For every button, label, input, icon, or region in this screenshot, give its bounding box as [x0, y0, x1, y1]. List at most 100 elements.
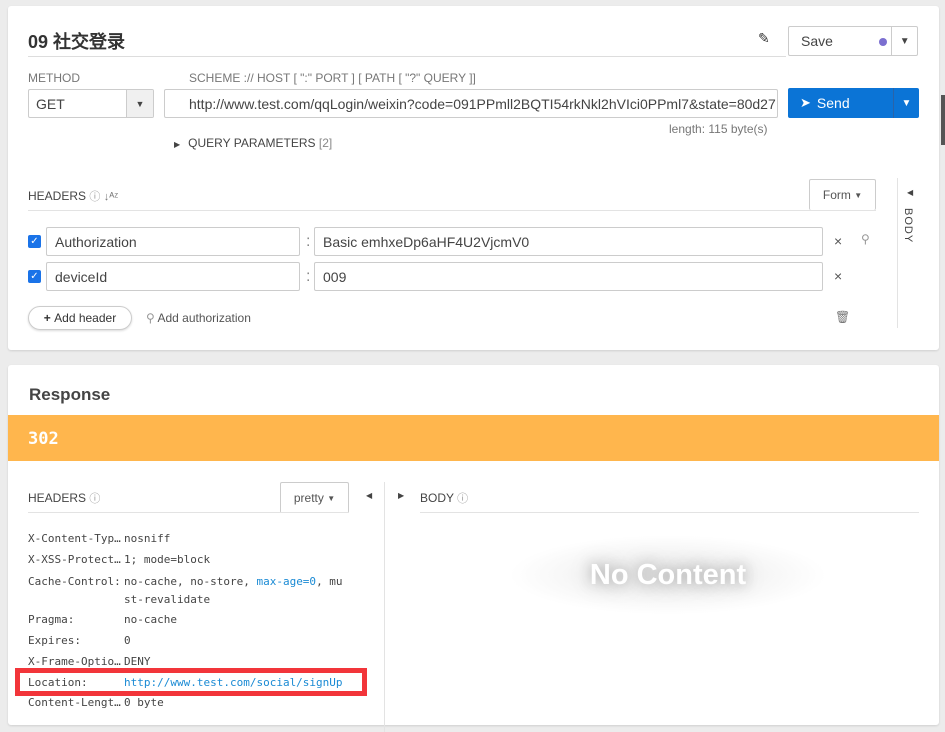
header-value: no-cache, no-store, max-age=0, mu st-reva…: [124, 573, 364, 609]
value-text: no-cache, no-store,: [124, 575, 257, 588]
help-icon[interactable]: ⓘ: [457, 493, 468, 505]
caret-down-icon: ▼: [854, 190, 863, 200]
status-bar: 302: [8, 415, 939, 461]
body-collapsed-tab[interactable]: ◀ BODY: [897, 178, 937, 328]
request-title[interactable]: 09 社交登录: [28, 28, 125, 54]
caret-right-icon: ▶: [174, 140, 181, 149]
header-enabled-checkbox[interactable]: ✓: [28, 270, 41, 283]
body-label: BODY: [902, 208, 914, 244]
location-link[interactable]: http://www.test.com/social/signUp: [124, 676, 364, 689]
key-icon: ⚲: [146, 311, 155, 325]
sort-az-icon[interactable]: ↓ᴬᶻ: [104, 191, 118, 203]
pretty-label: pretty: [293, 491, 324, 505]
divider: [28, 512, 349, 513]
response-header-row: Pragma: no-cache: [28, 613, 364, 626]
header-key: Location:: [28, 676, 88, 689]
header-key: Content-Lengt…: [28, 696, 121, 709]
query-params-count: [2]: [318, 136, 333, 150]
query-params-toggle[interactable]: ▶ QUERY PARAMETERS [2]: [174, 136, 332, 150]
caret-left-icon: ◀: [907, 188, 914, 197]
send-icon: ➤: [800, 95, 811, 110]
header-value-input[interactable]: 009: [314, 262, 823, 291]
trash-icon[interactable]: 🗑: [835, 310, 850, 324]
colon-separator: :: [306, 233, 311, 250]
header-value: DENY: [124, 655, 151, 668]
colon-separator: :: [306, 268, 311, 285]
header-value: 1; mode=block: [124, 553, 211, 566]
url-length: length: 115 byte(s): [669, 122, 768, 136]
remove-header-icon[interactable]: ×: [834, 233, 842, 249]
help-icon[interactable]: ⓘ: [89, 191, 100, 203]
method-select[interactable]: GET ▼: [28, 89, 154, 118]
chevron-down-icon[interactable]: ▼: [893, 88, 919, 118]
query-params-label: QUERY PARAMETERS: [188, 136, 316, 150]
headers-label: HEADERS: [28, 189, 87, 203]
status-code: 302: [28, 429, 59, 449]
header-key: X-Frame-Optio…: [28, 655, 121, 668]
send-button[interactable]: ➤ Send ▼: [788, 88, 919, 118]
headers-heading: HEADERS ⓘ ↓ᴬᶻ: [28, 188, 118, 204]
header-enabled-checkbox[interactable]: ✓: [28, 235, 41, 248]
add-header-button[interactable]: + Add header: [28, 306, 132, 330]
header-value: 0: [124, 634, 131, 647]
value-text: st-revalidate: [124, 593, 211, 606]
response-header-row: Content-Lengt… 0 byte: [28, 696, 364, 709]
request-panel: 09 社交登录 ✎ Save ▼ METHOD SCHEME :// HOST …: [8, 6, 939, 350]
header-key-input[interactable]: deviceId: [46, 262, 300, 291]
header-key: X-Content-Typ…: [28, 532, 121, 545]
remove-header-icon[interactable]: ×: [834, 268, 842, 284]
response-body-heading: BODY ⓘ: [420, 490, 468, 506]
method-value: GET: [36, 95, 65, 112]
form-label: Form: [822, 188, 851, 202]
caret-down-icon: ▼: [327, 493, 336, 503]
add-authorization-label: Add authorization: [157, 311, 251, 325]
form-mode-button[interactable]: Form ▼: [809, 179, 876, 210]
help-icon[interactable]: ⓘ: [89, 493, 100, 505]
no-content-message: No Content: [508, 535, 828, 615]
body-label: BODY: [420, 491, 454, 505]
scrollbar-thumb[interactable]: [941, 95, 945, 145]
save-label: Save: [801, 33, 833, 49]
save-button[interactable]: Save ▼: [788, 26, 918, 56]
unsaved-dot-icon: [879, 38, 887, 46]
header-key: X-XSS-Protect…: [28, 553, 121, 566]
divider: [28, 210, 876, 211]
url-label: SCHEME :// HOST [ ":" PORT ] [ PATH [ "?…: [189, 71, 476, 85]
url-input[interactable]: http://www.test.com/qqLogin/weixin?code=…: [164, 89, 778, 118]
header-key: Cache-Control:: [28, 575, 121, 588]
chevron-down-icon[interactable]: ▼: [126, 90, 153, 117]
header-key: Pragma:: [28, 613, 75, 626]
add-authorization-link[interactable]: ⚲ Add authorization: [146, 311, 251, 325]
value-text: , mu: [316, 575, 343, 588]
collapse-left-icon[interactable]: ◀: [366, 491, 372, 500]
header-value: 0 byte: [124, 696, 164, 709]
response-headers-heading: HEADERS ⓘ: [28, 490, 100, 506]
pencil-icon[interactable]: ✎: [758, 30, 770, 47]
pretty-format-button[interactable]: pretty ▼: [280, 482, 349, 513]
key-icon[interactable]: ⚲: [861, 232, 870, 246]
value-link[interactable]: max-age=0: [256, 575, 316, 588]
response-header-row: Cache-Control: no-cache, no-store, max-ag…: [28, 573, 364, 609]
response-header-row: X-Frame-Optio… DENY: [28, 655, 364, 668]
response-header-row-location: Location: http://www.test.com/social/sign…: [28, 676, 364, 689]
header-key-input[interactable]: Authorization: [46, 227, 300, 256]
divider: [420, 512, 919, 513]
header-key: Expires:: [28, 634, 81, 647]
header-value-input[interactable]: Basic emhxeDp6aHF4U2VjcmV0: [314, 227, 823, 256]
plus-icon: +: [43, 311, 51, 325]
method-label: METHOD: [28, 71, 80, 85]
header-value: no-cache: [124, 613, 177, 626]
response-header-row: X-Content-Typ… nosniff: [28, 532, 364, 545]
response-title: Response: [29, 385, 111, 404]
response-header-row: Expires: 0: [28, 634, 364, 647]
pane-splitter[interactable]: [384, 482, 385, 732]
send-label: Send: [816, 95, 850, 111]
add-header-label: Add header: [54, 311, 117, 325]
chevron-down-icon[interactable]: ▼: [891, 27, 917, 55]
response-panel: Response 302 HEADERS ⓘ pretty ▼ ◀ ▶ BODY…: [8, 365, 939, 732]
header-value: nosniff: [124, 532, 171, 545]
expand-right-icon[interactable]: ▶: [398, 491, 404, 500]
response-header-row: X-XSS-Protect… 1; mode=block: [28, 553, 364, 566]
headers-label: HEADERS: [28, 491, 87, 505]
title-underline: [28, 56, 786, 57]
